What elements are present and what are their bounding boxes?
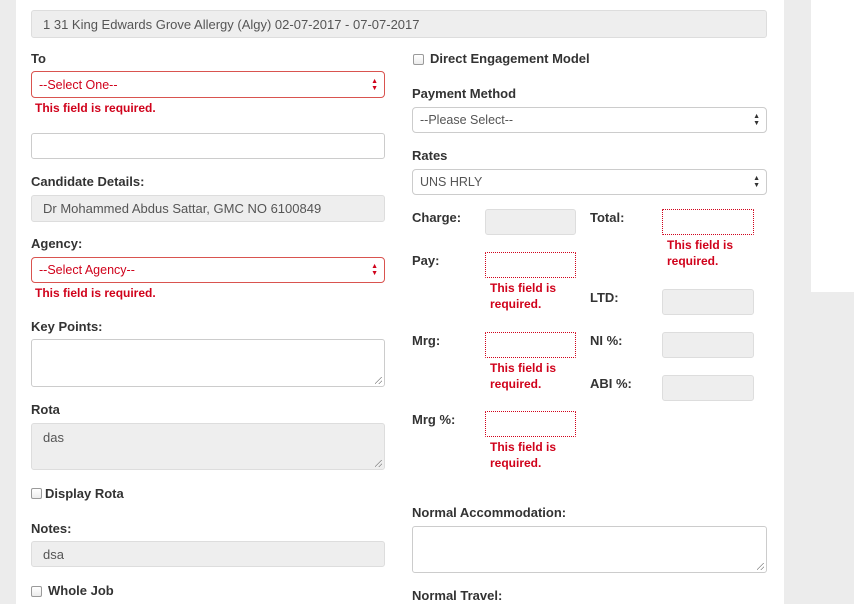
to-error: This field is required. bbox=[35, 101, 156, 115]
ni-percent-label: NI %: bbox=[590, 333, 623, 348]
resize-grip-icon[interactable] bbox=[757, 563, 764, 570]
booking-summary-field: 1 31 King Edwards Grove Allergy (Algy) 0… bbox=[31, 10, 767, 38]
mrg-percent-input[interactable] bbox=[485, 411, 576, 437]
key-points-textarea[interactable] bbox=[31, 339, 385, 387]
mrg-label: Mrg: bbox=[412, 333, 441, 348]
total-error: This field is required. bbox=[667, 238, 734, 268]
pay-input[interactable] bbox=[485, 252, 576, 278]
rota-value: das bbox=[43, 430, 64, 445]
normal-accommodation-label: Normal Accommodation: bbox=[412, 505, 567, 520]
notes-field: dsa bbox=[31, 541, 385, 567]
candidate-details-field: Dr Mohammed Abdus Sattar, GMC NO 6100849 bbox=[31, 195, 385, 222]
agency-error: This field is required. bbox=[35, 286, 156, 300]
select-arrows-icon: ▲ ▼ bbox=[371, 77, 378, 92]
to-label: To bbox=[31, 51, 46, 66]
mrg-percent-error: This field is required. bbox=[490, 440, 557, 470]
ltd-field bbox=[662, 289, 754, 315]
select-arrows-icon: ▲ ▼ bbox=[753, 113, 760, 127]
charge-label: Charge: bbox=[412, 210, 462, 225]
resize-grip-icon[interactable] bbox=[375, 377, 382, 384]
mrg-percent-label: Mrg %: bbox=[412, 412, 456, 427]
to-select[interactable]: --Select One-- ▲ ▼ bbox=[31, 71, 385, 98]
select-arrows-icon: ▲ ▼ bbox=[753, 175, 760, 189]
ni-percent-field bbox=[662, 332, 754, 358]
agency-label: Agency: bbox=[31, 236, 83, 251]
whole-job-label[interactable]: Whole Job bbox=[48, 583, 114, 598]
display-rota-label[interactable]: Display Rota bbox=[45, 486, 124, 501]
total-label: Total: bbox=[590, 210, 625, 225]
rates-label: Rates bbox=[412, 148, 448, 163]
total-input[interactable] bbox=[662, 209, 754, 235]
payment-method-select[interactable]: --Please Select-- ▲ ▼ bbox=[412, 107, 767, 133]
direct-engagement-checkbox[interactable] bbox=[413, 54, 424, 65]
rates-select[interactable]: UNS HRLY ▲ ▼ bbox=[412, 169, 767, 195]
display-rota-checkbox[interactable] bbox=[31, 488, 42, 499]
select-arrows-icon: ▲ ▼ bbox=[371, 263, 378, 277]
rota-textarea: das bbox=[31, 423, 385, 470]
direct-engagement-label[interactable]: Direct Engagement Model bbox=[430, 51, 590, 66]
rates-value: UNS HRLY bbox=[420, 175, 483, 189]
mrg-error: This field is required. bbox=[490, 361, 557, 391]
to-select-value: --Select One-- bbox=[39, 77, 118, 92]
abi-percent-field bbox=[662, 375, 754, 401]
normal-travel-label: Normal Travel: bbox=[412, 588, 503, 603]
resize-grip-icon[interactable] bbox=[375, 460, 382, 467]
rota-label: Rota bbox=[31, 402, 60, 417]
normal-accommodation-textarea[interactable] bbox=[412, 526, 767, 573]
pay-label: Pay: bbox=[412, 253, 440, 268]
key-points-label: Key Points: bbox=[31, 319, 103, 334]
side-panel bbox=[811, 0, 854, 292]
charge-field bbox=[485, 209, 576, 235]
agency-select[interactable]: --Select Agency-- ▲ ▼ bbox=[31, 257, 385, 283]
payment-method-value: --Please Select-- bbox=[420, 113, 514, 127]
mrg-input[interactable] bbox=[485, 332, 576, 358]
notes-label: Notes: bbox=[31, 521, 72, 536]
ltd-label: LTD: bbox=[590, 290, 619, 305]
pay-error: This field is required. bbox=[490, 281, 557, 311]
whole-job-checkbox[interactable] bbox=[31, 586, 42, 597]
to-extra-input[interactable] bbox=[31, 133, 385, 159]
agency-select-value: --Select Agency-- bbox=[39, 263, 135, 277]
payment-method-label: Payment Method bbox=[412, 86, 517, 101]
abi-percent-label: ABI %: bbox=[590, 376, 632, 391]
candidate-details-label: Candidate Details: bbox=[31, 174, 145, 189]
